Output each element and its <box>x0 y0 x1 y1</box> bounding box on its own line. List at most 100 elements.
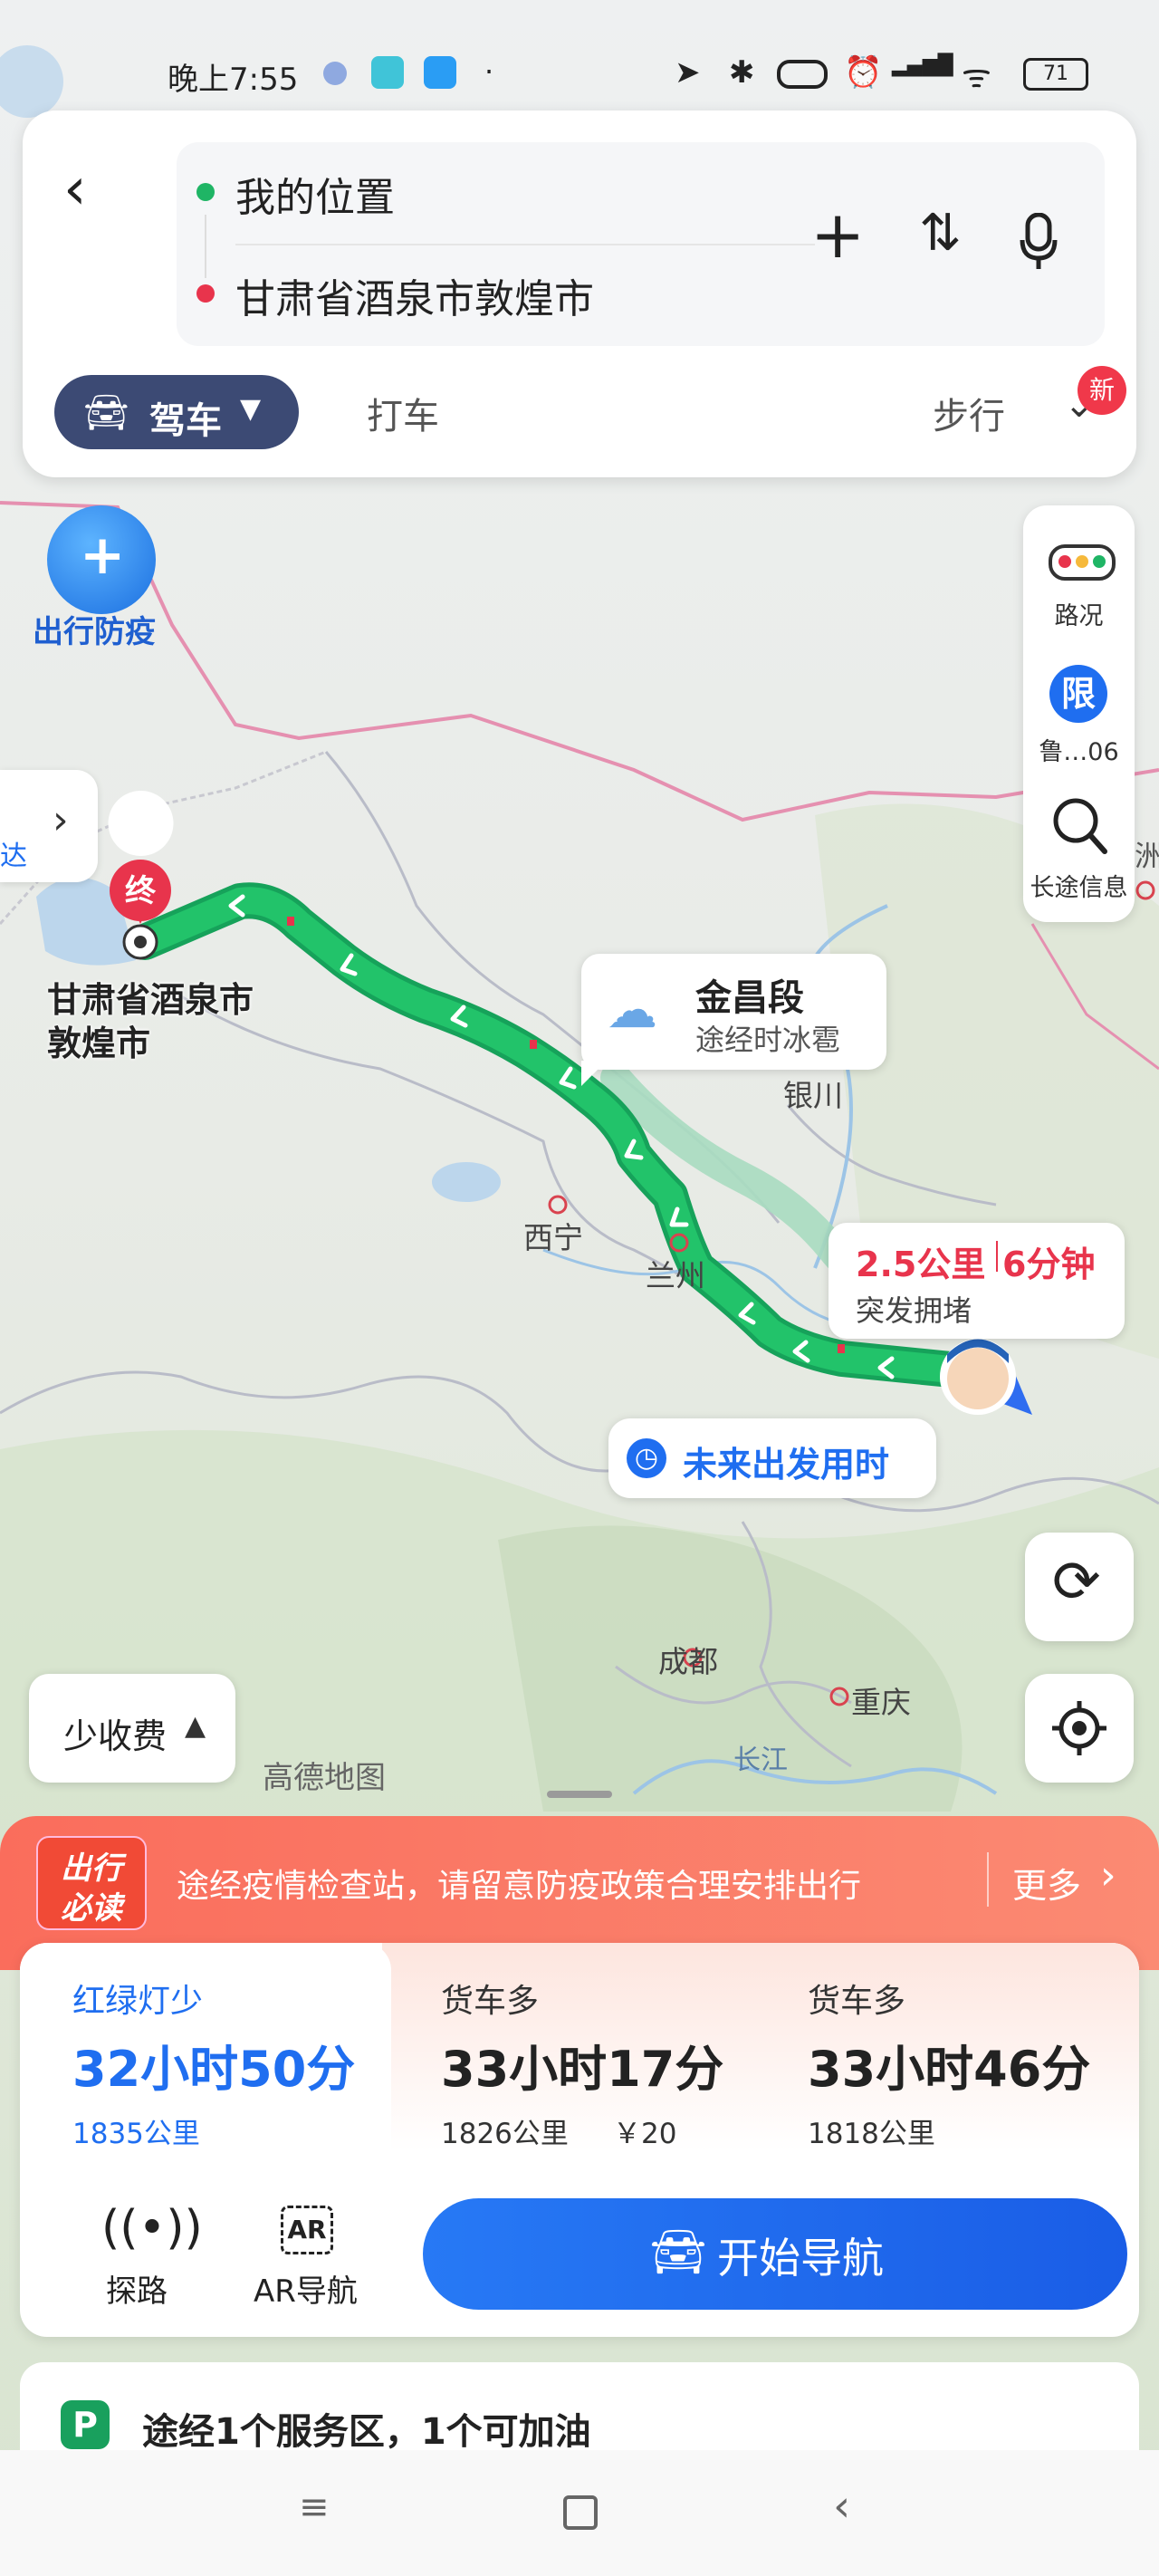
ar-navigation-button[interactable]: AR AR导航 <box>228 2201 382 2319</box>
navigation-arrow-icon: ➤ <box>675 54 701 91</box>
alarm-icon: ⏰ <box>844 54 883 91</box>
shield-icon: + <box>47 505 156 614</box>
search-icon <box>1053 798 1107 854</box>
back-icon[interactable]: ‹ <box>63 156 87 223</box>
future-departure-button[interactable]: ◷ 未来出发用时 <box>608 1418 936 1498</box>
route-2-time: 33小时17分 <box>441 2041 724 2098</box>
future-departure-label: 未来出发用时 <box>683 1445 890 1485</box>
destination-input[interactable]: 甘肃省酒泉市敦煌市 <box>235 266 594 324</box>
traffic-jam-tip[interactable]: 2.5公里 6分钟 突发拥堵 <box>829 1223 1125 1339</box>
add-waypoint-icon[interactable]: + <box>810 197 865 273</box>
battery-icon: 71 <box>1023 58 1088 91</box>
more-notifications-icon: · <box>484 54 494 89</box>
ar-label: AR导航 <box>254 2273 358 2310</box>
mode-drive-label: 驾车 <box>149 400 222 442</box>
home-icon[interactable] <box>563 2495 598 2530</box>
parking-icon: P <box>61 2400 110 2449</box>
side-collapsed-panel[interactable]: 达 › <box>0 770 98 882</box>
mode-drive-tab[interactable]: 🚘︎ 驾车 ▼ <box>54 375 299 449</box>
system-navigation-bar: ≡ ‹ <box>0 2450 1159 2576</box>
connector-line <box>205 215 206 278</box>
route-1-distance: 1835公里 <box>72 2118 200 2150</box>
weather-tip[interactable]: ☁ 金昌段 途经时冰雹 <box>581 954 886 1086</box>
dropdown-caret-icon: ▼ <box>240 393 262 425</box>
notice-badge: 出行 必读 <box>36 1836 147 1930</box>
traffic-label: 路况 <box>1054 602 1104 630</box>
tip-pointer <box>581 1061 607 1086</box>
car-icon: 🚘︎ <box>649 2225 707 2278</box>
status-bar: 晚上7:55 · ➤ ✱ ⏰ ▂▄▆█ ᯤ 71 <box>0 54 1159 100</box>
map-watermark: 高德地图 <box>263 1760 386 1796</box>
vibrate-icon <box>777 60 828 89</box>
start-navigation-button[interactable]: 🚘︎ 开始导航 <box>423 2198 1127 2310</box>
route-option-2[interactable]: 货车多 33小时17分 1826公里 ￥20 <box>391 1943 762 2151</box>
destination-dot-icon <box>196 284 215 303</box>
origin-input[interactable]: 我的位置 <box>235 165 395 223</box>
notice-more-link[interactable]: 更多 <box>1012 1858 1081 1908</box>
app-icon <box>323 62 347 85</box>
jam-desc: 突发拥堵 <box>856 1293 972 1328</box>
start-navigation-label: 开始导航 <box>717 2234 884 2283</box>
refresh-icon: ⟳ <box>1052 1549 1101 1616</box>
menu-icon[interactable]: ≡ <box>299 2486 330 2528</box>
locate-icon <box>1052 1701 1106 1755</box>
voice-input-icon[interactable] <box>1019 213 1058 273</box>
restriction-icon: 限 <box>1049 665 1107 723</box>
address-inputs: 我的位置 甘肃省酒泉市敦煌市 + ⇅ <box>177 142 1105 346</box>
plus-icon: + <box>80 524 126 587</box>
drag-handle[interactable] <box>547 1791 612 1798</box>
traffic-button[interactable]: 路况 <box>1023 505 1135 641</box>
long-trip-info-button[interactable]: 长途信息 <box>1023 777 1135 922</box>
city-chongqing: 重庆 <box>851 1685 911 1720</box>
route-2-tag: 货车多 <box>441 1983 540 2020</box>
side-panel-text: 达 <box>0 841 27 872</box>
status-time: 晚上7:55 <box>168 62 299 98</box>
refresh-route-button[interactable]: ⟳ <box>1025 1533 1134 1641</box>
wifi-icon: ᯤ <box>962 58 991 95</box>
epidemic-travel-button[interactable]: + 出行防疫 <box>27 505 181 650</box>
mode-taxi-tab[interactable]: 打车 <box>367 387 439 439</box>
route-1-tag: 红绿灯少 <box>72 1983 204 2020</box>
origin-dot-icon <box>196 183 215 201</box>
epidemic-label: 出行防疫 <box>33 614 156 650</box>
route-2-distance: 1826公里 <box>441 2118 569 2150</box>
destination-marker-label: 终 <box>125 873 156 909</box>
jam-divider <box>996 1241 998 1272</box>
bluetooth-icon: ✱ <box>729 54 755 91</box>
chat-app-icon <box>424 56 456 89</box>
ar-icon: AR <box>281 2206 333 2254</box>
broadcast-icon: ((•)) <box>101 2201 203 2255</box>
fewer-tolls-button[interactable]: 少收费 ▲ <box>29 1674 235 1783</box>
notice-text: 途经疫情检查站，请留意防疫政策合理安排出行 <box>177 1868 862 1905</box>
river-changjiang: 长江 <box>733 1745 788 1776</box>
weather-tip-subtitle: 途经时冰雹 <box>695 1023 841 1057</box>
mode-walk-tab[interactable]: 步行 <box>933 387 1005 439</box>
route-option-3[interactable]: 货车多 33小时46分 1818公里 <box>758 1943 1129 2151</box>
route-3-time: 33小时46分 <box>808 2041 1091 2098</box>
restriction-button[interactable]: 限 鲁…06 <box>1023 641 1135 777</box>
notice-badge-line1: 出行 <box>61 1850 122 1887</box>
back-nav-icon[interactable]: ‹ <box>833 2481 850 2532</box>
route-option-1[interactable]: 红绿灯少 32小时50分 1835公里 <box>20 1943 391 2151</box>
jam-distance: 2.5公里 <box>856 1245 986 1284</box>
swap-icon[interactable]: ⇅ <box>919 204 962 263</box>
route-2-toll: ￥20 <box>613 2118 677 2150</box>
city-yinchuan: 银川 <box>783 1078 843 1113</box>
explore-label: 探路 <box>106 2273 168 2310</box>
notice-badge-line2: 必读 <box>61 1890 122 1927</box>
map-tools: 路况 限 鲁…06 长途信息 <box>1023 505 1135 922</box>
locate-button[interactable] <box>1025 1674 1134 1783</box>
route-1-time: 32小时50分 <box>72 2041 356 2098</box>
explore-route-button[interactable]: ((•)) 探路 <box>74 2201 203 2319</box>
long-trip-info-label: 长途信息 <box>1030 874 1128 902</box>
car-icon: 🚘︎ <box>83 392 129 434</box>
clock-icon: ◷ <box>627 1438 666 1478</box>
new-badge: 新 <box>1078 366 1126 415</box>
destination-map-label: 甘肃省酒泉市 敦煌市 <box>47 978 254 1065</box>
city-xining: 西宁 <box>523 1220 583 1255</box>
jam-duration: 6分钟 <box>1002 1245 1096 1284</box>
route-3-distance: 1818公里 <box>808 2118 935 2150</box>
fewer-tolls-label: 少收费 <box>63 1716 168 1756</box>
side-chevron-icon: › <box>53 797 69 843</box>
traffic-icon <box>1049 544 1116 581</box>
